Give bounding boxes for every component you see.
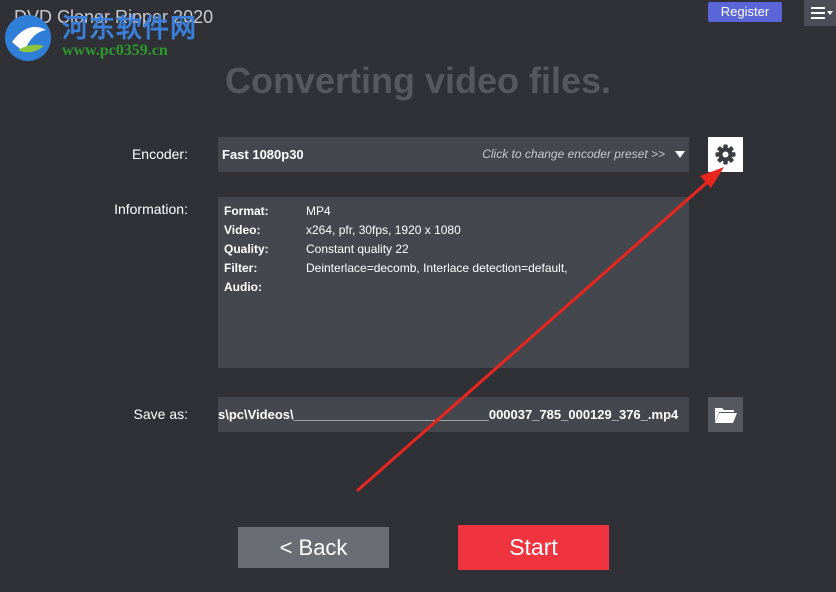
back-button[interactable]: < Back [238, 527, 389, 568]
hamburger-menu-icon [811, 7, 833, 19]
info-row-format: Format: MP4 [224, 204, 331, 218]
gear-icon [715, 144, 736, 165]
register-button[interactable]: Register [708, 2, 782, 22]
info-row-quality: Quality: Constant quality 22 [224, 242, 409, 256]
browse-folder-button[interactable] [708, 397, 743, 432]
encoder-hint: Click to change encoder preset >> [482, 147, 665, 161]
info-row-filter: Filter: Deinterlace=decomb, Interlace det… [224, 261, 568, 275]
save-path-value: s\pc\Videos\___________________________0… [218, 407, 679, 422]
information-panel: Format: MP4 Video: x264, pfr, 30fps, 1920 … [218, 197, 689, 368]
info-key: Format: [224, 204, 269, 218]
watermark-logo-icon [5, 15, 51, 61]
folder-open-icon [715, 408, 737, 423]
watermark-url: www.pc0359.cn [62, 42, 168, 59]
info-key: Quality: [224, 242, 269, 256]
encoder-label: Encoder: [131, 146, 188, 162]
info-row-audio: Audio: [224, 280, 306, 294]
encoder-value: Fast 1080p30 [222, 147, 304, 162]
information-label: Information: [114, 201, 188, 217]
info-value: MP4 [306, 204, 331, 218]
page-heading: Converting video files. [224, 60, 612, 101]
info-key: Audio: [224, 280, 262, 294]
save-as-label: Save as: [133, 406, 188, 422]
save-path-field[interactable]: s\pc\Videos\___________________________0… [218, 397, 689, 432]
menu-button[interactable] [804, 0, 836, 26]
info-value: x264, pfr, 30fps, 1920 x 1080 [306, 223, 461, 237]
encoder-select[interactable]: Fast 1080p30 Click to change encoder pre… [218, 137, 689, 172]
info-row-video: Video: x264, pfr, 30fps, 1920 x 1080 [224, 223, 461, 237]
info-value: Deinterlace=decomb, Interlace detection=… [306, 261, 568, 275]
encoder-settings-button[interactable] [708, 137, 743, 172]
info-value: Constant quality 22 [306, 242, 409, 256]
info-key: Filter: [224, 261, 258, 275]
start-button[interactable]: Start [458, 525, 609, 570]
info-key: Video: [224, 223, 261, 237]
watermark-name: 河东软件网 [62, 14, 198, 43]
chevron-down-icon [675, 151, 685, 158]
